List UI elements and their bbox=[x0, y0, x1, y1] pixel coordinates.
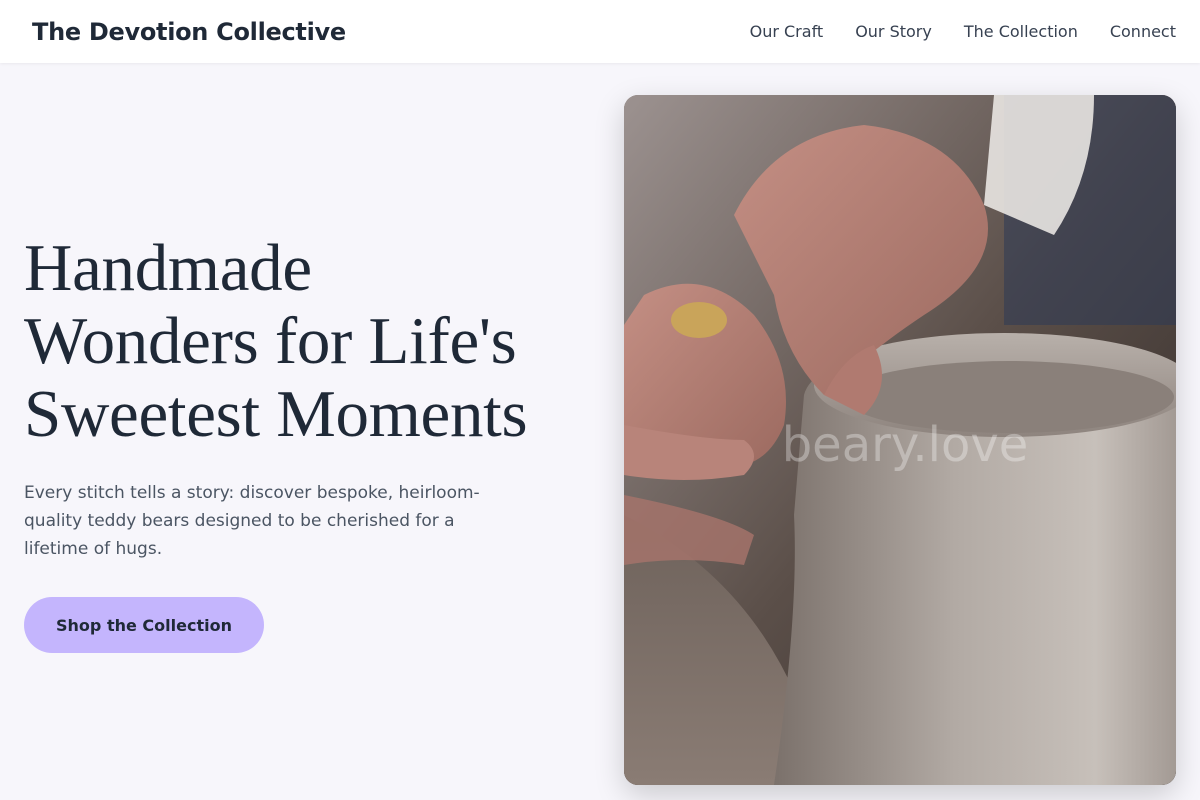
shop-collection-button[interactable]: Shop the Collection bbox=[24, 597, 264, 653]
headline-line-1: Handmade bbox=[24, 231, 312, 305]
headline-line-2: Wonders for Life's bbox=[24, 304, 517, 378]
nav-link-the-collection[interactable]: The Collection bbox=[964, 22, 1078, 41]
hero-headline: Handmade Wonders for Life's Sweetest Mom… bbox=[24, 232, 604, 451]
site-header: The Devotion Collective Our Craft Our St… bbox=[0, 0, 1200, 63]
watermark-text: beary.love bbox=[781, 417, 1029, 473]
headline-line-3: Sweetest Moments bbox=[24, 377, 528, 451]
hero-subtitle: Every stitch tells a story: discover bes… bbox=[24, 483, 480, 559]
nav-link-our-craft[interactable]: Our Craft bbox=[750, 22, 824, 41]
main-nav: Our Craft Our Story The Collection Conne… bbox=[750, 22, 1176, 41]
hero-image: beary.love bbox=[624, 95, 1176, 785]
hero-text: Handmade Wonders for Life's Sweetest Mom… bbox=[24, 232, 604, 653]
nav-link-connect[interactable]: Connect bbox=[1110, 22, 1176, 41]
brand-logo[interactable]: The Devotion Collective bbox=[32, 18, 346, 46]
nav-link-our-story[interactable]: Our Story bbox=[855, 22, 932, 41]
